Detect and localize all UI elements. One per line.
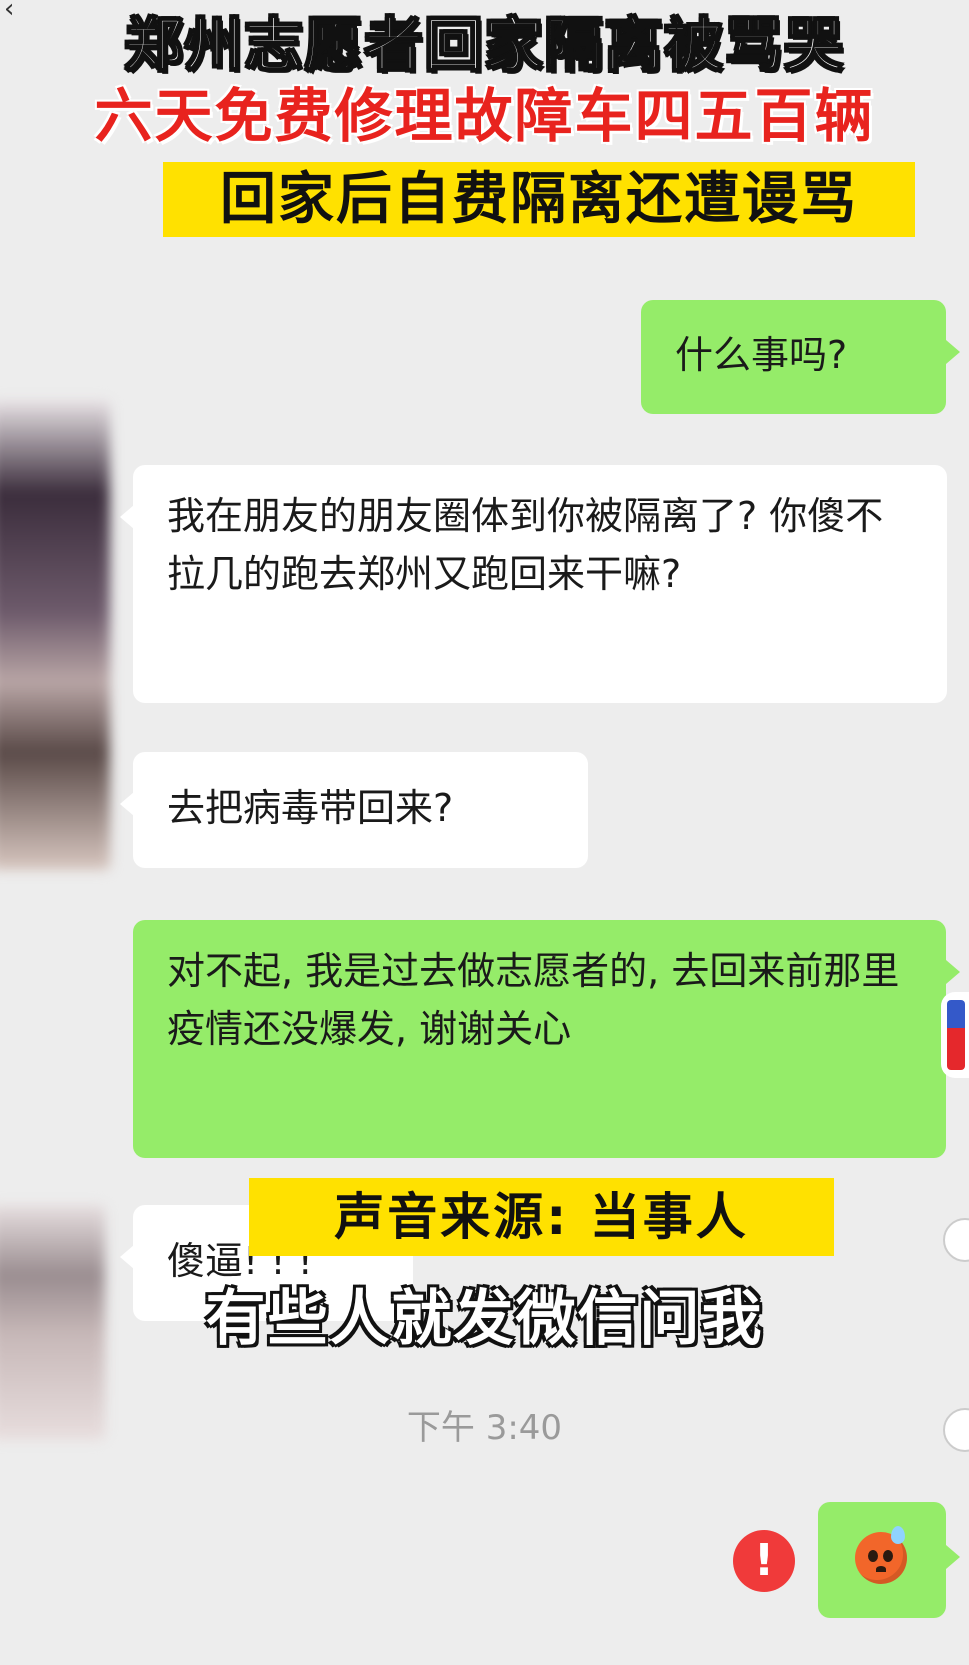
message-text: 什么事吗? (675, 333, 848, 377)
bubble-tail (120, 1245, 134, 1269)
sweating-face-emoji-icon (855, 1526, 907, 1584)
source-label: 声音来源: 当事人 (334, 1188, 749, 1246)
timestamp: 下午 3:40 (406, 1408, 563, 1448)
headline-line-2: 六天免费修理故障车四五百辆 (94, 82, 875, 150)
bubble-tail (946, 1545, 960, 1569)
logo-watermark-icon (941, 992, 969, 1078)
message-text: 对不起, 我是过去做志愿者的, 去回来前那里疫情还没爆发, 谢谢关心 (167, 949, 900, 1051)
send-failed-icon[interactable]: ! (733, 1530, 795, 1592)
message-bubble-incoming[interactable]: 去把病毒带回来? (133, 752, 588, 868)
bubble-tail (946, 960, 960, 984)
message-text: 去把病毒带回来? (167, 786, 454, 830)
video-subtitle: 有些人就发微信问我 (205, 1284, 764, 1354)
headline-line-3: 回家后自费隔离还遭谩骂 (220, 167, 858, 232)
headline-line-1: 郑州志愿者回家隔离被骂哭 (123, 10, 845, 80)
avatar[interactable] (0, 400, 110, 870)
message-bubble-outgoing[interactable]: 什么事吗? (641, 300, 946, 414)
side-circle-icon (943, 1218, 969, 1262)
message-bubble-incoming[interactable]: 我在朋友的朋友圈体到你被隔离了? 你傻不拉几的跑去郑州又跑回来干嘛? (133, 465, 947, 703)
bubble-tail (120, 505, 134, 529)
bubble-tail (120, 792, 134, 816)
message-bubble-outgoing[interactable]: 对不起, 我是过去做志愿者的, 去回来前那里疫情还没爆发, 谢谢关心 (133, 920, 946, 1158)
message-text: 我在朋友的朋友圈体到你被隔离了? 你傻不拉几的跑去郑州又跑回来干嘛? (167, 494, 884, 596)
bubble-tail (946, 340, 960, 364)
